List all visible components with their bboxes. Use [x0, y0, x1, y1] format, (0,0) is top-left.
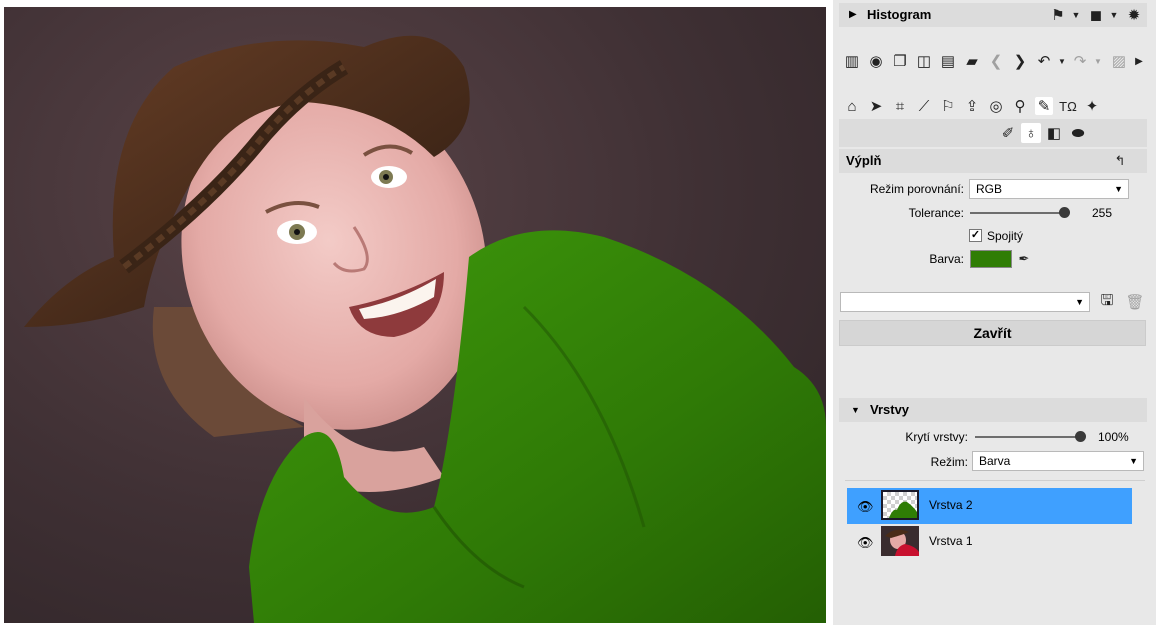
forward-icon[interactable]: ❯ [1011, 52, 1029, 70]
histogram-header[interactable]: ▶ Histogram ⚑ ▼ ◼ ▼ ✹ [839, 3, 1147, 27]
fill-bucket-icon[interactable]: ♁ [1021, 123, 1041, 143]
undo-dropdown-icon[interactable]: ▼ [1053, 52, 1071, 70]
perspective-icon[interactable]: ⚐ [939, 97, 957, 115]
copy-icon[interactable]: ❐ [891, 52, 909, 70]
layer-name: Vrstva 1 [929, 534, 973, 548]
compare-icon[interactable]: ◫ [915, 52, 933, 70]
redo-icon[interactable]: ↷ [1071, 52, 1089, 70]
histogram-icon[interactable]: ▥ [843, 52, 861, 70]
canvas-area[interactable] [0, 0, 830, 625]
text-icon[interactable]: TΩ [1059, 97, 1077, 115]
layer-name: Vrstva 2 [929, 498, 973, 512]
histogram-title: Histogram [867, 7, 932, 22]
compare-mode-label: Režim porovnání: [869, 182, 964, 196]
undo-icon[interactable]: ↶ [1035, 52, 1053, 70]
more-icon[interactable]: ▶ [1130, 52, 1148, 70]
pointer-icon[interactable]: ➤ [867, 97, 885, 115]
delete-preset-icon[interactable]: 🗑 [1125, 293, 1144, 311]
close-button[interactable]: Zavřít [839, 320, 1146, 346]
develop-icon[interactable]: ◉ [867, 52, 885, 70]
clone-icon[interactable]: ⚲ [1011, 97, 1029, 115]
folder-icon[interactable]: ▰ [963, 52, 981, 70]
layer-thumbnail [881, 490, 919, 520]
preset-select[interactable]: ▼ [840, 292, 1090, 312]
layers-panel-title: Vrstvy [870, 402, 910, 417]
eye-icon[interactable]: 👁 [857, 499, 874, 515]
layer-opacity-slider[interactable] [975, 436, 1083, 438]
straighten-icon[interactable]: ⟋ [915, 97, 933, 115]
eyedropper-icon[interactable]: ✒ [1015, 250, 1033, 268]
fill-color-swatch[interactable] [970, 250, 1012, 268]
photo[interactable] [4, 7, 826, 623]
brush-tool-icon[interactable]: ✎ [1035, 97, 1053, 115]
image-icon[interactable]: ▨ [1110, 52, 1128, 70]
blend-mode-select[interactable]: Barva ▼ [972, 451, 1144, 471]
redeye-icon[interactable]: ◎ [987, 97, 1005, 115]
tolerance-value: 255 [1092, 206, 1113, 220]
layer-row[interactable]: 👁 Vrstva 1 [847, 524, 1132, 560]
color-label: Barva: [929, 252, 964, 266]
crop-icon[interactable]: ⌗ [891, 97, 909, 115]
layer-opacity-value: 100% [1098, 430, 1129, 444]
back-icon[interactable]: ❮ [987, 52, 1005, 70]
subtools-bar: ✐ ♁ ◧ ⬬ [839, 119, 1147, 147]
tolerance-slider[interactable] [970, 212, 1065, 214]
blend-mode-label: Režim: [930, 455, 968, 469]
chevron-down-icon: ▼ [1075, 297, 1084, 307]
divider [845, 480, 1145, 481]
contiguous-label: Spojitý [987, 229, 1024, 243]
gear-icon[interactable]: ✹ [1125, 6, 1143, 24]
export-icon[interactable]: ⇪ [963, 97, 981, 115]
fill-panel-header: Výplň ↰ [839, 149, 1147, 173]
square-icon[interactable]: ◼ [1087, 6, 1105, 24]
compare-mode-select[interactable]: RGB ▼ [969, 179, 1129, 199]
compare-mode-value: RGB [976, 182, 1003, 196]
brush-icon[interactable]: ✐ [999, 124, 1017, 142]
photo-illustration [24, 35, 826, 623]
tolerance-label: Tolerance: [908, 206, 964, 220]
layers-panel-header[interactable]: ▼ Vrstvy [839, 398, 1147, 422]
collapse-triangle-icon[interactable]: ▼ [851, 405, 860, 415]
reset-icon[interactable]: ↰ [1111, 152, 1129, 170]
layer-opacity-slider-handle[interactable] [1075, 431, 1086, 442]
redo-dropdown-icon[interactable]: ▼ [1089, 52, 1107, 70]
dropdown-icon[interactable]: ▼ [1067, 6, 1085, 24]
chevron-down-icon: ▼ [1129, 456, 1138, 466]
blend-mode-value: Barva [979, 454, 1011, 468]
layer-thumbnail-art [889, 501, 917, 518]
layer-row[interactable]: 👁 Vrstva 2 [847, 488, 1132, 524]
home-icon[interactable]: ⌂ [843, 97, 861, 115]
chevron-down-icon: ▼ [1114, 184, 1123, 194]
expand-triangle-icon[interactable]: ▶ [849, 9, 857, 20]
contiguous-checkbox[interactable]: ✓ [969, 229, 982, 242]
layer-thumbnail-art [885, 529, 919, 556]
layer-opacity-label: Krytí vrstvy: [905, 430, 968, 444]
gradient-icon[interactable]: ◧ [1045, 124, 1063, 142]
save-preset-icon[interactable]: 🖫 [1098, 292, 1116, 311]
effects-icon[interactable]: ✦ [1083, 97, 1101, 115]
flag-icon[interactable]: ⚑ [1049, 6, 1067, 24]
calendar-icon[interactable]: ▤ [939, 52, 957, 70]
dropdown-icon[interactable]: ▼ [1105, 6, 1123, 24]
eraser-icon[interactable]: ⬬ [1069, 124, 1087, 142]
tolerance-slider-handle[interactable] [1059, 207, 1070, 218]
fill-panel-title: Výplň [846, 153, 882, 168]
layer-thumbnail [881, 526, 919, 556]
eye-icon[interactable]: 👁 [857, 535, 874, 551]
